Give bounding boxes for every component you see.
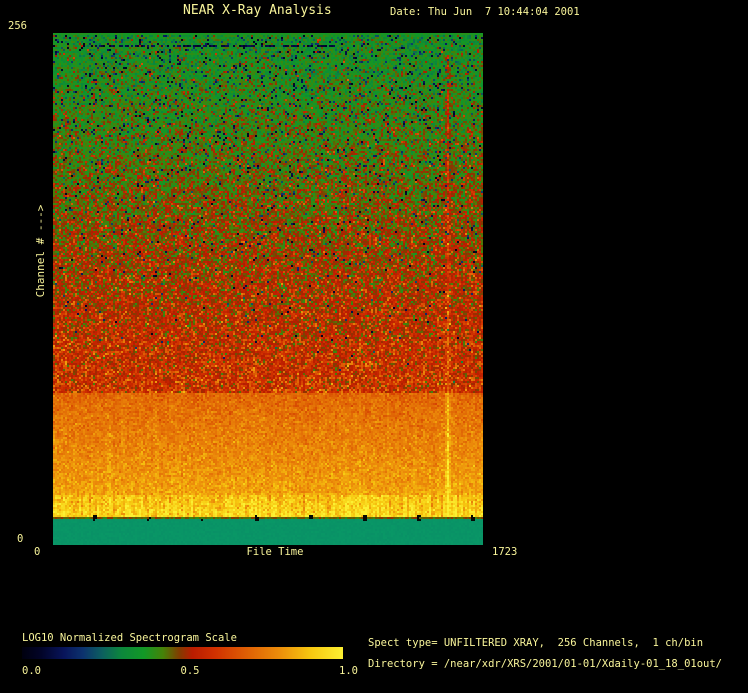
directory-text: Directory = /near/xdr/XRS/2001/01-01/Xda… [368,658,723,670]
y-axis-title: Channel # ---> [34,204,47,298]
x-axis-title: File Time [246,546,304,558]
colorbar-title: LOG10 Normalized Spectrogram Scale [22,632,237,644]
colorbar-tick-max: 1.0 [339,665,358,677]
colorbar-tick-labels: 0.0 0.5 1.0 [22,665,358,677]
colorbar-tick-min: 0.0 [22,665,41,677]
header-date: Date: Thu Jun 7 10:44:04 2001 [390,6,580,18]
spect-type-text: Spect type= UNFILTERED XRAY, 256 Channel… [368,637,704,649]
colorbar-tick-mid: 0.5 [180,665,200,677]
spectrogram-image [53,33,483,545]
x-axis-min-label: 0 [34,546,41,558]
colorbar-gradient [22,647,343,659]
y-axis-min-label: 0 [17,533,24,545]
x-axis-max-label: 1723 [492,546,518,558]
page-title: NEAR X-Ray Analysis [183,3,332,18]
near-xray-analysis-window: NEAR X-Ray Analysis Date: Thu Jun 7 10:4… [0,0,748,693]
y-axis-max-label: 256 [8,20,27,32]
